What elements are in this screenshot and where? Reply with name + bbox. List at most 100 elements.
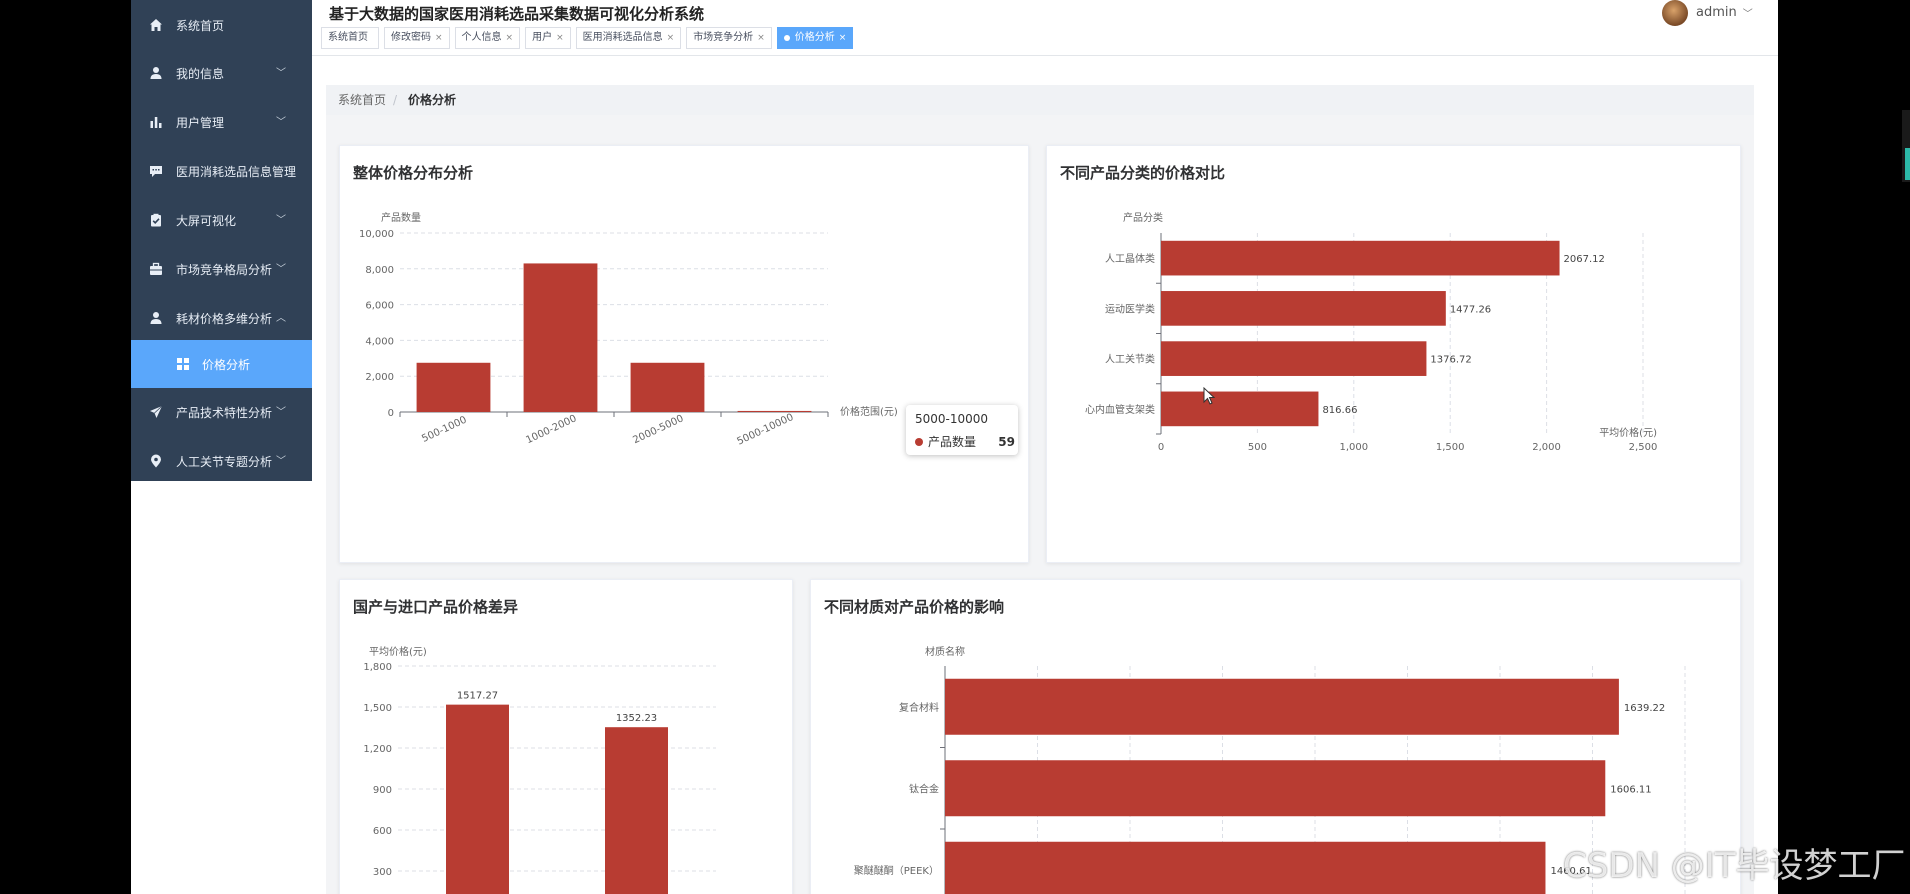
- active-dot-icon: [783, 35, 790, 41]
- bar[interactable]: [945, 760, 1606, 817]
- chevron-down-icon[interactable]: ﹀: [1743, 5, 1753, 20]
- edge-indicator: [1902, 110, 1910, 182]
- tab-label: 价格分析: [794, 32, 835, 43]
- y-tick-label: 2,000: [365, 372, 394, 383]
- main-content: 系统首页 / 价格分析 整体价格分布分析 产品数量 0 2,000 4,000 6,00…: [326, 85, 1754, 894]
- bar[interactable]: [737, 410, 812, 412]
- breadcrumb-separator: /: [393, 93, 398, 107]
- sidebar-item[interactable]: 市场竞争格局分析 ﹀: [131, 245, 312, 293]
- bar[interactable]: [630, 362, 705, 412]
- bar-value-label: 1477.26: [1450, 304, 1491, 315]
- breadcrumb-current: 价格分析: [408, 93, 457, 107]
- y-tick-label: 人工关节类: [1105, 353, 1155, 366]
- x-tick-label: 500: [1248, 442, 1267, 453]
- y-tick-label: 1,800: [363, 662, 392, 673]
- card-price-distribution: 整体价格分布分析 产品数量 0 2,000 4,000 6,000 8,000 10,000…: [339, 145, 1029, 563]
- close-icon[interactable]: ×: [506, 28, 514, 48]
- legend-dot-icon: [915, 437, 923, 446]
- tab-label: 医用消耗选品信息: [582, 32, 663, 43]
- user-menu[interactable]: admin ﹀: [1662, 0, 1753, 26]
- bar[interactable]: [945, 841, 1546, 894]
- bar[interactable]: [1161, 240, 1560, 276]
- y-tick-label: 聚醚醚酮（PEEK）: [854, 864, 939, 877]
- bar[interactable]: [945, 678, 1619, 735]
- watermark: CSDN @IT毕设梦工厂: [1563, 846, 1906, 886]
- tab[interactable]: 用户 ×: [525, 27, 571, 49]
- sidebar-item[interactable]: 用户管理 ﹀: [131, 98, 312, 146]
- x-tick-label: 2,500: [1629, 442, 1658, 453]
- tab[interactable]: 价格分析 ×: [776, 27, 854, 49]
- close-icon[interactable]: ×: [667, 28, 675, 48]
- avatar[interactable]: [1662, 0, 1688, 26]
- tab-label: 修改密码: [391, 32, 431, 43]
- y-tick-label: 900: [373, 785, 392, 796]
- y-axis-label: 产品分类: [1123, 211, 1163, 224]
- breadcrumb-home[interactable]: 系统首页: [338, 85, 386, 115]
- y-tick-label: 1,500: [363, 703, 392, 714]
- x-tick-label: 1,500: [1436, 442, 1465, 453]
- tab[interactable]: 个人信息 ×: [454, 27, 521, 49]
- sidebar-item[interactable]: 医用消耗选品信息管理: [131, 147, 312, 195]
- y-tick-label: 8,000: [365, 265, 394, 276]
- price-distribution-chart: 产品数量 0 2,000 4,000 6,000 8,000 10,000 500-1000 1…: [359, 211, 898, 448]
- bar[interactable]: [1161, 291, 1446, 326]
- x-axis-label: 平均价格(元): [1599, 426, 1657, 439]
- y-tick-label: 复合材料: [899, 701, 939, 714]
- tab-label: 个人信息: [461, 32, 502, 43]
- sidebar-item[interactable]: 大屏可视化 ﹀: [131, 196, 312, 244]
- y-tick-label: 0: [388, 408, 394, 419]
- close-icon[interactable]: ×: [839, 28, 847, 48]
- close-icon[interactable]: ×: [757, 28, 765, 48]
- x-tick-label: 2,000: [1532, 442, 1561, 453]
- chart-tooltip: 5000-10000 产品数量 59: [906, 405, 1018, 455]
- y-tick-label: 300: [373, 867, 392, 878]
- sidebar-item[interactable]: 耗材价格多维分析 ︿: [131, 294, 312, 342]
- user-icon: [150, 67, 162, 79]
- bar[interactable]: [523, 263, 598, 412]
- bar-value-label: 1517.27: [457, 691, 498, 702]
- sidebar-item-label: 大屏可视化: [176, 214, 237, 228]
- tooltip-value: 59: [998, 434, 1015, 449]
- bar[interactable]: [1161, 391, 1319, 427]
- tooltip-row: 产品数量 59: [915, 433, 1015, 450]
- chevron-icon: ﹀: [276, 407, 286, 418]
- category-price-chart: 产品分类 0 500 1,000 1,500 2,000 2,500 2067.12 人工晶体类…: [1085, 211, 1658, 453]
- sidebar-item[interactable]: 系统首页: [131, 1, 312, 49]
- sidebar-item[interactable]: 人工关节专题分析 ﹀: [131, 437, 312, 485]
- sidebar-item-label: 医用消耗选品信息管理: [176, 165, 297, 179]
- sidebar-item[interactable]: 我的信息 ﹀: [131, 49, 312, 97]
- y-tick-label: 1,200: [363, 744, 392, 755]
- grid-icon: [177, 358, 189, 370]
- bar-value-label: 1352.23: [616, 713, 657, 724]
- y-axis-label: 材质名称: [925, 645, 965, 658]
- tab[interactable]: 医用消耗选品信息 ×: [575, 27, 682, 49]
- x-tick-label: 5000-10000: [736, 412, 796, 448]
- domestic-import-chart: 平均价格(元) 300 600 900 1,200 1,500 1,800 1517.27 13…: [363, 645, 716, 894]
- bar[interactable]: [605, 727, 668, 894]
- chevron-icon: ﹀: [276, 215, 286, 226]
- sidebar-item-label: 用户管理: [176, 116, 225, 130]
- y-tick-label: 心内血管支架类: [1085, 403, 1155, 416]
- bar-value-label: 2067.12: [1564, 254, 1605, 265]
- bar-chart-icon: [150, 117, 162, 128]
- bar[interactable]: [1161, 341, 1427, 376]
- username: admin: [1696, 5, 1737, 20]
- tab[interactable]: 修改密码 ×: [384, 27, 450, 49]
- tab[interactable]: 系统首页: [321, 27, 379, 49]
- y-tick-label: 钛合金: [909, 782, 939, 795]
- y-tick-label: 运动医学类: [1105, 302, 1155, 315]
- bar[interactable]: [416, 362, 491, 412]
- close-icon[interactable]: ×: [435, 28, 443, 48]
- sidebar-item[interactable]: 价格分析: [131, 340, 312, 388]
- sidebar-item-label: 市场竞争格局分析: [176, 263, 273, 277]
- sidebar-item-label: 人工关节专题分析: [176, 455, 273, 469]
- location-icon: [151, 454, 161, 468]
- tab[interactable]: 市场竞争分析 ×: [686, 27, 772, 49]
- bar-value-label: 1639.22: [1624, 703, 1665, 714]
- x-tick-label: 0: [1158, 442, 1164, 453]
- close-icon[interactable]: ×: [556, 28, 564, 48]
- y-tick-label: 600: [373, 826, 392, 837]
- bar[interactable]: [446, 704, 509, 894]
- message-icon: [150, 166, 162, 177]
- sidebar-item[interactable]: 产品技术特性分析 ﹀: [131, 388, 312, 436]
